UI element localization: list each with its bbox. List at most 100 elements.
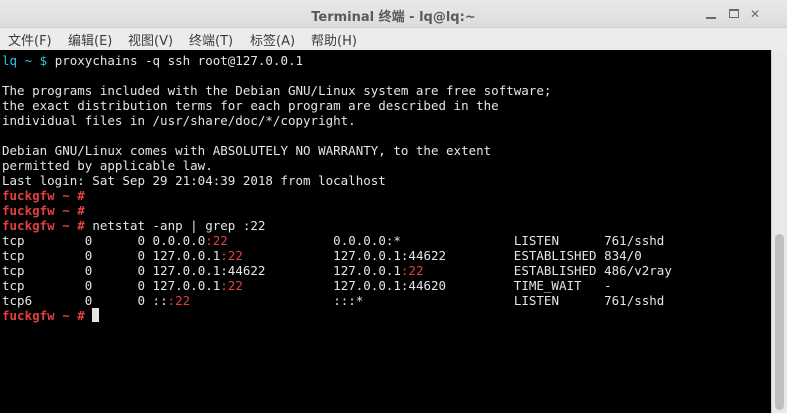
motd-line: permitted by applicable law. (2, 158, 672, 173)
user-prompt: lq ~ $ (2, 53, 55, 68)
netstat-sendq: 0 (137, 248, 153, 263)
root-prompt-suffix: ~ # (54, 308, 93, 323)
netstat-spacer (423, 263, 513, 278)
netstat-row: tcp 0 0 127.0.0.1:22 127.0.0.1:44622 EST… (2, 248, 672, 263)
netstat-foreign-address: 127.0.0.1 (333, 248, 401, 263)
netstat-program: - (604, 278, 612, 293)
netstat-row: tcp 0 0 127.0.0.1:22 127.0.0.1:44620 TIM… (2, 278, 672, 293)
netstat-proto: tcp (2, 248, 85, 263)
netstat-sendq: 0 (137, 278, 153, 293)
netstat-recvq: 0 (84, 263, 138, 278)
netstat-spacer (446, 248, 514, 263)
netstat-state: ESTABLISHED (513, 248, 605, 263)
root-prompt-host: fuckgfw (2, 203, 55, 218)
root-prompt-host: fuckgfw (2, 188, 55, 203)
netstat-foreign-address: 0.0.0.0 (333, 233, 386, 248)
netstat-proto: tcp (2, 233, 85, 248)
motd-line: the exact distribution terms for each pr… (2, 98, 672, 113)
netstat-proto: tcp6 (2, 293, 85, 308)
minimize-icon (706, 17, 716, 19)
menu-edit[interactable]: 编辑(E) (68, 30, 112, 49)
root-prompt-line: fuckgfw ~ # (2, 308, 672, 323)
netstat-recvq: 0 (84, 233, 138, 248)
menu-help[interactable]: 帮助(H) (311, 30, 357, 49)
netstat-program: 761/sshd (604, 293, 665, 308)
motd-text: the exact distribution terms for each pr… (2, 98, 499, 113)
command-text: netstat -anp | grep :22 (92, 218, 266, 233)
motd-line: The programs included with the Debian GN… (2, 83, 672, 98)
menu-file[interactable]: 文件(F) (8, 30, 52, 49)
menu-tabs[interactable]: 标签(A) (250, 30, 295, 49)
netstat-sendq: 0 (137, 263, 153, 278)
netstat-program: 761/sshd (604, 233, 665, 248)
motd-line: Last login: Sat Sep 29 21:04:39 2018 fro… (2, 173, 672, 188)
netstat-state: ESTABLISHED (513, 263, 605, 278)
netstat-spacer (265, 263, 333, 278)
netstat-local-port: :44622 (220, 263, 266, 278)
netstat-program: 486/v2ray (604, 263, 672, 278)
menu-terminal[interactable]: 终端(T) (189, 30, 233, 49)
title-bar[interactable]: Terminal 终端 - lq@lq:~ ✕ (0, 0, 787, 28)
netstat-spacer (446, 278, 514, 293)
motd-line (2, 128, 672, 143)
motd-text: permitted by applicable law. (2, 158, 213, 173)
vertical-scrollbar[interactable] (771, 50, 787, 413)
netstat-foreign-port: :44622 (400, 248, 447, 263)
netstat-foreign-port: :44620 (400, 278, 447, 293)
root-prompt-line: fuckgfw ~ # (2, 188, 672, 203)
netstat-row: tcp6 0 0 :::22 :::* LISTEN 761/sshd (2, 293, 672, 308)
netstat-local-address: 127.0.0.1 (152, 248, 221, 263)
netstat-local-address: 0.0.0.0 (152, 233, 206, 248)
netstat-foreign-port: :* (385, 233, 401, 248)
scrollbar-thumb[interactable] (775, 234, 784, 410)
netstat-local-address: 127.0.0.1 (152, 278, 221, 293)
root-prompt-suffix: ~ # (54, 203, 93, 218)
menu-bar: 文件(F) 编辑(E) 视图(V) 终端(T) 标签(A) 帮助(H) (0, 28, 787, 50)
motd-text: Last login: Sat Sep 29 21:04:39 2018 fro… (2, 173, 386, 188)
netstat-program: 834/0 (604, 248, 642, 263)
maximize-button[interactable] (727, 7, 741, 21)
netstat-recvq: 0 (84, 293, 138, 308)
window-title: Terminal 终端 - lq@lq:~ (311, 10, 476, 25)
netstat-state: LISTEN (513, 233, 605, 248)
terminal-output[interactable]: lq ~ $ proxychains -q ssh root@127.0.0.1… (0, 50, 771, 413)
netstat-state: LISTEN (513, 293, 605, 308)
netstat-spacer (363, 293, 514, 308)
close-icon: ✕ (749, 7, 761, 21)
netstat-sendq: 0 (137, 293, 153, 308)
netstat-foreign-address: ::: (333, 293, 356, 308)
netstat-row: tcp 0 0 127.0.0.1:44622 127.0.0.1:22 EST… (2, 263, 672, 278)
netstat-proto: tcp (2, 263, 85, 278)
root-prompt-suffix: ~ # (54, 218, 93, 233)
motd-line: Debian GNU/Linux comes with ABSOLUTELY N… (2, 143, 672, 158)
netstat-foreign-port: :22 (400, 263, 424, 278)
netstat-row: tcp 0 0 0.0.0.0:22 0.0.0.0:* LISTEN 761/… (2, 233, 672, 248)
root-prompt-host: fuckgfw (2, 308, 55, 323)
minimize-button[interactable] (704, 7, 718, 21)
maximize-icon (729, 9, 739, 18)
netstat-proto: tcp (2, 278, 85, 293)
netstat-recvq: 0 (84, 248, 138, 263)
netstat-spacer (190, 293, 333, 308)
command-line: fuckgfw ~ # netstat -anp | grep :22 (2, 218, 672, 233)
motd-text: Debian GNU/Linux comes with ABSOLUTELY N… (2, 143, 492, 158)
terminal-cursor (92, 308, 100, 322)
menu-view[interactable]: 视图(V) (128, 30, 173, 49)
netstat-local-port: :22 (205, 233, 228, 248)
netstat-spacer (243, 248, 333, 263)
netstat-recvq: 0 (84, 278, 138, 293)
netstat-local-port: :22 (220, 278, 243, 293)
netstat-local-port: :22 (220, 248, 243, 263)
root-prompt-host: fuckgfw (2, 218, 55, 233)
root-prompt-suffix: ~ # (54, 188, 93, 203)
terminal-window: Terminal 终端 - lq@lq:~ ✕ 文件(F) 编辑(E) 视图(V… (0, 0, 787, 413)
netstat-spacer (401, 233, 514, 248)
netstat-spacer (228, 233, 333, 248)
command-line: lq ~ $ proxychains -q ssh root@127.0.0.1 (2, 53, 672, 68)
netstat-local-port: :22 (167, 293, 191, 308)
close-button[interactable]: ✕ (748, 7, 762, 21)
motd-text: The programs included with the Debian GN… (2, 83, 552, 98)
netstat-state: TIME_WAIT (513, 278, 605, 293)
netstat-sendq: 0 (137, 233, 153, 248)
